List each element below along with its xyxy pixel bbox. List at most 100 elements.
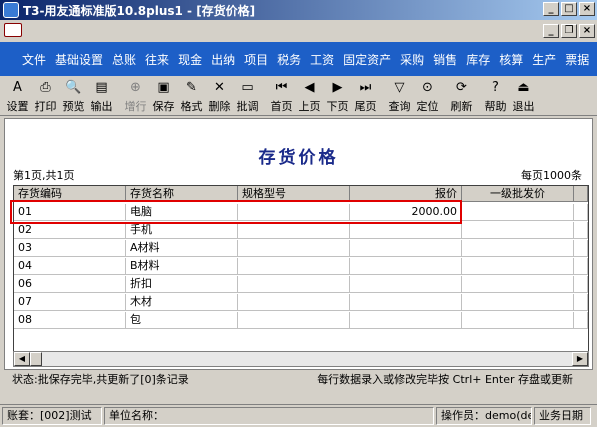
table-cell[interactable] [238,240,350,257]
table-row[interactable]: 04 B材料 [14,257,588,275]
maximize-button[interactable]: □ [561,2,577,16]
toolbar-button[interactable]: ? 帮助 [482,78,509,114]
toolbar-button[interactable]: ⊙ 定位 [414,78,441,114]
table-row[interactable]: 02 手机 [14,221,588,239]
col-header-code[interactable]: 存货编码 [14,186,126,202]
toolbar-button[interactable]: ▤ 输出 [88,78,115,114]
menu-item[interactable]: 税务 [277,51,301,68]
table-cell[interactable] [350,240,462,257]
table-cell[interactable] [462,312,574,329]
table-cell[interactable] [238,276,350,293]
table-cell[interactable] [350,276,462,293]
table-cell[interactable] [462,294,574,311]
table-cell[interactable] [574,222,588,239]
col-header-wholesale[interactable]: 一级批发价 [462,186,574,202]
table-cell[interactable] [238,204,350,221]
toolbar-button[interactable]: ⏏ 退出 [510,78,537,114]
toolbar-button[interactable]: ▣ 保存 [150,78,177,114]
toolbar-button[interactable]: ⏮ 首页 [268,78,295,114]
child-restore-button[interactable]: ❐ [561,24,577,38]
toolbar-button[interactable]: A 设置 [4,78,31,114]
scroll-right-icon[interactable]: ▶ [572,352,588,366]
menu-item[interactable]: 项目 [244,51,268,68]
table-cell[interactable] [462,222,574,239]
child-close-button[interactable]: × [579,24,595,38]
table-row[interactable]: 07 木材 [14,293,588,311]
toolbar-button[interactable]: ▽ 查询 [386,78,413,114]
table-cell[interactable] [462,276,574,293]
col-header-quote[interactable]: 报价 [350,186,462,202]
table-cell[interactable] [350,222,462,239]
menu-item[interactable]: 核算 [499,51,523,68]
table-cell[interactable]: 07 [14,294,126,311]
table-cell[interactable] [238,294,350,311]
menu-item[interactable]: 采购 [400,51,424,68]
table-row[interactable]: 08 包 [14,311,588,329]
table-cell[interactable] [238,222,350,239]
table-cell[interactable] [574,204,588,221]
toolbar-button[interactable]: ⏭ 尾页 [352,78,379,114]
table-cell[interactable] [462,240,574,257]
menu-item[interactable]: 库存 [466,51,490,68]
toolbar-button[interactable]: ✎ 格式 [178,78,205,114]
horizontal-scrollbar[interactable]: ◀ ▶ [13,351,589,367]
menu-item[interactable]: 文件 [22,51,46,68]
menu-item[interactable]: 现金 [178,51,202,68]
table-cell[interactable]: A材料 [126,240,238,257]
table-cell[interactable]: 06 [14,276,126,293]
toolbar-button[interactable]: ⊕ 增行 [122,78,149,114]
menu-item[interactable]: 工资 [310,51,334,68]
menu-item[interactable]: 总账 [112,51,136,68]
menu-item[interactable]: 销售 [433,51,457,68]
table-row[interactable]: 03 A材料 [14,239,588,257]
table-cell[interactable]: 02 [14,222,126,239]
table-cell[interactable]: 08 [14,312,126,329]
close-button[interactable]: × [579,2,595,16]
table-cell[interactable]: 01 [14,204,126,221]
table-cell[interactable] [350,294,462,311]
toolbar-button[interactable]: ◀ 上页 [296,78,323,114]
toolbar-button[interactable]: 🔍 预览 [60,78,87,114]
table-cell[interactable] [574,276,588,293]
table-row[interactable]: 06 折扣 [14,275,588,293]
table-cell[interactable]: 04 [14,258,126,275]
table-cell[interactable] [574,294,588,311]
scroll-left-icon[interactable]: ◀ [14,352,30,366]
table-cell[interactable] [574,312,588,329]
table-row[interactable]: 01 电脑 2000.00 [14,203,588,221]
col-header-spec[interactable]: 规格型号 [238,186,350,202]
table-cell[interactable] [574,258,588,275]
menu-item[interactable]: 生产 [532,51,556,68]
table-cell[interactable] [350,312,462,329]
table-cell[interactable] [350,258,462,275]
toolbar-button[interactable]: ⎙ 打印 [32,78,59,114]
toolbar-button[interactable]: ⟳ 刷新 [448,78,475,114]
menu-item[interactable]: 出纳 [211,51,235,68]
toolbar-button[interactable]: ▶ 下页 [324,78,351,114]
minimize-button[interactable]: _ [543,2,559,16]
table-cell[interactable] [462,258,574,275]
child-minimize-button[interactable]: _ [543,24,559,38]
menu-item[interactable]: 基础设置 [55,51,103,68]
toolbar-button[interactable]: ✕ 删除 [206,78,233,114]
price-grid[interactable]: 存货编码 存货名称 规格型号 报价 一级批发价 01 电脑 2000.00 02 手机 0… [13,185,589,353]
table-cell[interactable] [462,204,574,221]
table-cell[interactable]: 包 [126,312,238,329]
table-cell[interactable] [238,258,350,275]
menu-item[interactable]: 往来 [145,51,169,68]
menu-item[interactable]: 票据 [565,51,589,68]
table-cell[interactable]: 2000.00 [350,204,462,221]
table-cell[interactable]: 折扣 [126,276,238,293]
table-cell[interactable]: B材料 [126,258,238,275]
table-cell[interactable]: 手机 [126,222,238,239]
scroll-thumb[interactable] [30,352,42,366]
menu-item[interactable]: 固定资产 [343,51,391,68]
table-cell[interactable]: 木材 [126,294,238,311]
table-cell[interactable] [574,240,588,257]
toolbar-button[interactable]: ▭ 批调 [234,78,261,114]
col-header-name[interactable]: 存货名称 [126,186,238,202]
document-icon[interactable] [4,23,22,37]
table-cell[interactable]: 03 [14,240,126,257]
table-cell[interactable] [238,312,350,329]
table-cell[interactable]: 电脑 [126,204,238,221]
